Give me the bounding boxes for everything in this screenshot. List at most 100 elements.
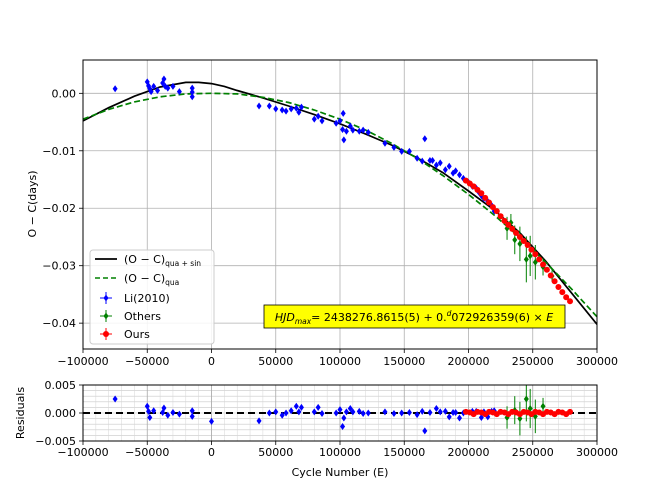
main-x-tick-label: 150000 [383, 355, 425, 368]
main-point [340, 126, 346, 134]
main-y-tick-label: −0.02 [42, 202, 76, 215]
main-point [536, 256, 543, 263]
residuals-point [433, 405, 439, 413]
residuals-point [170, 408, 176, 416]
residuals-x-tick-label: 50000 [258, 446, 293, 459]
residuals-y-tick-label: −0.005 [35, 435, 76, 448]
main-x-tick-label: 250000 [512, 355, 554, 368]
figure: −100000 −50000 0 50000 100000 150000 200000 250… [14, 59, 618, 479]
residuals-point [333, 409, 339, 417]
residuals-x-axis-label: Cycle Number (E) [292, 466, 389, 479]
main-panel: −100000 −50000 0 50000 100000 150000 200000 250… [26, 59, 618, 368]
residuals-series-ours [462, 408, 574, 418]
main-point [559, 289, 566, 296]
residuals-point [112, 395, 118, 403]
main-point [457, 171, 463, 179]
residuals-point [391, 410, 397, 418]
main-point [524, 242, 531, 249]
main-point [547, 272, 554, 279]
main-point [567, 298, 574, 305]
main-point [528, 246, 535, 253]
residuals-point [319, 410, 325, 418]
main-series-ours [462, 177, 574, 305]
main-point [523, 255, 529, 263]
legend-label-others: Others [124, 310, 161, 323]
main-y-axis-label: O − C(days) [26, 170, 39, 237]
residuals-point [315, 403, 321, 411]
legend-label-ours: Ours [124, 328, 150, 341]
residuals-point [427, 408, 433, 416]
main-point [273, 105, 279, 113]
main-y-tick-label: −0.01 [42, 145, 76, 158]
residuals-point [567, 408, 574, 415]
residuals-point [422, 427, 428, 435]
residuals-point [453, 408, 459, 416]
main-point [112, 85, 118, 93]
main-point [555, 283, 562, 290]
main-point [512, 236, 518, 244]
residuals-point [406, 408, 412, 416]
main-point [527, 252, 533, 260]
main-y-tick-label: 0.00 [52, 87, 77, 100]
main-point [486, 199, 493, 206]
residuals-point [293, 402, 299, 410]
main-x-tick-label: 300000 [576, 355, 618, 368]
ephemeris-text: HJDmax= 2438276.8615(5) + 0.d072926359(6… [275, 309, 553, 326]
main-point [279, 106, 285, 114]
main-point [482, 194, 489, 201]
residuals-x-tick-label: −50000 [125, 446, 169, 459]
residuals-point [365, 409, 371, 417]
residuals-point [266, 409, 272, 417]
residuals-y-tick-label: 0.005 [45, 379, 77, 392]
residuals-panel: −100000 −50000 0 50000 100000 150000 200000 250… [14, 379, 618, 479]
main-x-tick-label: 50000 [258, 355, 293, 368]
legend: (O − C)qua + sin (O − C)qua Li(2010) Oth… [89, 249, 215, 345]
residuals-point [209, 417, 214, 425]
residuals-series-li2010 [112, 395, 497, 435]
residuals-point [273, 408, 279, 416]
main-point [478, 190, 485, 197]
residuals-x-tick-label: 200000 [448, 446, 490, 459]
residuals-point [343, 408, 349, 416]
main-point [422, 135, 428, 143]
main-x-tick-label: −100000 [57, 355, 108, 368]
main-point [551, 278, 558, 285]
main-point [446, 162, 452, 170]
residuals-x-tick-label: 0 [208, 446, 215, 459]
residuals-point [399, 409, 405, 417]
main-x-tick-label: 200000 [448, 355, 490, 368]
main-x-tick-label: 100000 [319, 355, 361, 368]
main-point [532, 251, 539, 258]
residuals-point [311, 408, 317, 416]
residuals-point [341, 414, 347, 422]
residuals-point [523, 395, 529, 403]
main-point [283, 107, 289, 115]
main-y-tick-label: −0.03 [42, 260, 76, 273]
main-point [343, 127, 349, 135]
main-point [430, 157, 436, 165]
main-point [256, 102, 262, 110]
main-point [341, 136, 347, 144]
residuals-point [382, 408, 388, 416]
main-y-tick-label: −0.04 [42, 317, 76, 330]
main-point [356, 127, 362, 135]
residuals-point [540, 402, 546, 410]
main-point [493, 208, 500, 215]
legend-label-li2010: Li(2010) [124, 292, 170, 305]
residuals-x-tick-label: 300000 [576, 446, 618, 459]
residuals-point [176, 410, 182, 418]
ephemeris-annotation: HJDmax= 2438276.8615(5) + 0.d072926359(6… [263, 304, 566, 329]
residuals-x-tick-label: 150000 [383, 446, 425, 459]
residuals-point [437, 408, 443, 416]
residuals-point [457, 414, 463, 422]
main-x-tick-label: −50000 [125, 355, 169, 368]
main-point [543, 266, 550, 273]
main-point [419, 157, 425, 165]
main-point [540, 261, 547, 268]
residuals-point [446, 413, 452, 421]
main-point [340, 109, 346, 117]
main-point [497, 213, 504, 220]
residuals-y-tick-label: 0.000 [45, 407, 77, 420]
main-point [266, 102, 272, 110]
residuals-x-tick-label: 250000 [512, 446, 554, 459]
